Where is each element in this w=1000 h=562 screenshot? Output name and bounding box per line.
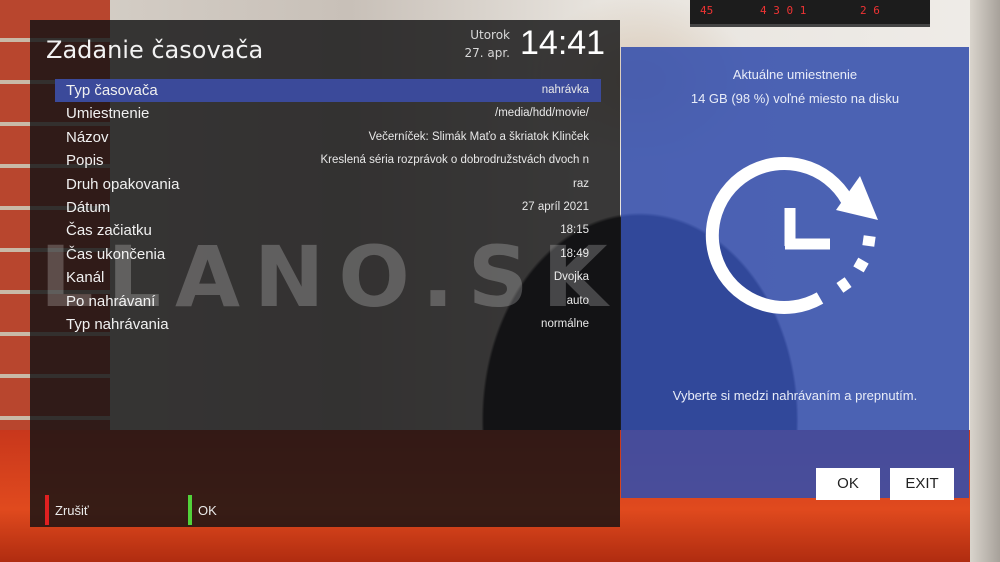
day-date: 27. apr. (464, 46, 510, 60)
red-key-indicator (45, 495, 49, 525)
setting-value: /media/hdd/movie/ (495, 107, 589, 120)
setting-value: Večerníček: Slimák Maťo a škriatok Klinč… (368, 130, 589, 143)
hint-text: Vyberte si medzi nahrávaním a prepnutím. (672, 388, 918, 403)
setting-row-location[interactable]: Umiestnenie /media/hdd/movie/ (55, 102, 601, 125)
setting-label: Dátum (66, 198, 111, 216)
day-name: Utorok (470, 28, 510, 42)
setting-label: Typ časovača (66, 82, 158, 99)
background-led-clock: 45 4 3 0 12 6 (690, 0, 930, 27)
setting-row-name[interactable]: Názov Večerníček: Slimák Maťo a škriatok… (55, 126, 601, 149)
ok-key-label[interactable]: OK (198, 503, 217, 518)
setting-row-repeat[interactable]: Druh opakovania raz (55, 173, 601, 196)
setting-row-timer-type[interactable]: Typ časovača nahrávka (55, 79, 601, 103)
exit-button[interactable]: EXIT (890, 468, 954, 500)
setting-label: Názov (66, 128, 109, 146)
timer-clock-icon (705, 157, 878, 314)
setting-row-description[interactable]: Popis Kreslená séria rozprávok o dobrodr… (55, 149, 601, 172)
setting-value: Kreslená séria rozprávok o dobrodružstvá… (320, 154, 589, 167)
clock-time: 14:41 (520, 24, 606, 62)
watermark-logo: LLANO.SK (40, 228, 622, 326)
green-key-indicator (188, 495, 192, 525)
setting-value: nahrávka (541, 84, 589, 96)
page-title: Zadanie časovača (46, 36, 264, 64)
setting-value: 27 apríl 2021 (521, 200, 589, 213)
setting-row-date[interactable]: Dátum 27 apríl 2021 (55, 196, 601, 219)
setting-label: Druh opakovania (66, 175, 180, 193)
cancel-key-label[interactable]: Zrušiť (55, 503, 89, 518)
setting-value: raz (573, 177, 589, 190)
location-title: Aktuálne umiestnenie (732, 67, 858, 82)
setting-label: Popis (66, 152, 104, 170)
free-space-text: 14 GB (98 %) voľné miesto na disku (690, 91, 900, 106)
background-wall (970, 0, 1000, 562)
ok-button[interactable]: OK (816, 468, 880, 500)
setting-label: Umiestnenie (66, 105, 150, 123)
